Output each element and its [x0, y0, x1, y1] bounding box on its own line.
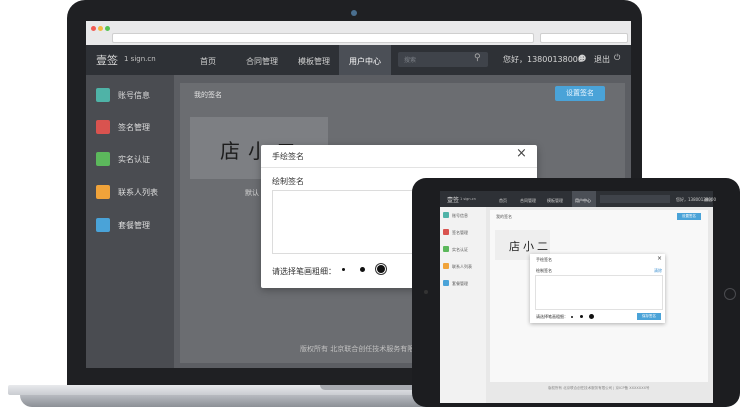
logo[interactable]: 壹签 [96, 52, 118, 68]
address-bar[interactable] [112, 33, 534, 43]
package-icon [96, 218, 110, 232]
close-window-icon[interactable] [91, 26, 96, 31]
tablet-signature-text: 店小二 [509, 240, 551, 253]
brush-medium-option[interactable] [360, 267, 365, 272]
tablet-page-title: 我的签名 [496, 214, 512, 219]
nav-home[interactable]: 首页 [200, 56, 216, 67]
tablet-footer-copyright: 版权所有 北京联合创任技术服务有限公司 | 京ICP备 XXXXXXX号 [548, 386, 650, 390]
brush-thin-option[interactable] [342, 268, 345, 271]
tablet-save-signature-button[interactable]: 保存签名 [637, 313, 661, 320]
search-placeholder: 搜索 [404, 57, 417, 64]
sidebar-item-label: 账号信息 [118, 91, 150, 100]
tablet-sidebar [440, 207, 486, 403]
set-signature-button[interactable]: 设置签名 [555, 86, 605, 101]
signature-icon [443, 229, 449, 235]
sidebar-item-signature[interactable]: 签名管理 [86, 111, 174, 143]
signature-icon [96, 120, 110, 134]
brush-size-label: 请选择笔画粗细： [272, 267, 336, 276]
nav-templates[interactable]: 模板管理 [298, 56, 330, 67]
tablet-draw-signature-label: 绘制签名 [536, 268, 552, 273]
sidebar-item-verification[interactable]: 实名认证 [86, 143, 174, 175]
contacts-icon [96, 185, 110, 199]
tablet-brush-medium-option[interactable] [580, 315, 583, 318]
user-greeting: 您好，13800138000 [503, 55, 583, 64]
tablet-home-button[interactable] [724, 288, 736, 300]
account-icon [96, 88, 110, 102]
close-icon[interactable]: × [516, 146, 527, 161]
sidebar-item-contacts[interactable]: 联系人列表 [86, 176, 174, 208]
tablet-sidebar-item-account[interactable]: 账号信息 [452, 213, 468, 219]
sidebar-item-label: 套餐管理 [118, 221, 150, 230]
page-title: 我的签名 [194, 91, 222, 99]
sidebar-item-label: 联系人列表 [118, 188, 158, 197]
nav-contracts[interactable]: 合同管理 [246, 56, 278, 67]
logout-link[interactable]: 退出 [594, 54, 610, 65]
power-icon[interactable]: ⏻ [614, 53, 620, 63]
tablet-sidebar-item-signature[interactable]: 签名管理 [452, 230, 468, 236]
sidebar-item-account[interactable]: 账号信息 [86, 79, 174, 111]
tablet-signature-pad[interactable] [535, 275, 663, 310]
account-icon [443, 212, 449, 218]
modal-divider [261, 167, 537, 168]
minimize-window-icon[interactable] [98, 26, 103, 31]
tablet-nav-user-center[interactable]: 用户中心 [575, 198, 591, 204]
browser-search-bar[interactable] [540, 33, 628, 43]
tablet-brush-thick-option[interactable] [589, 314, 594, 319]
user-icon[interactable]: ☻ [578, 54, 586, 63]
sidebar-item-label: 实名认证 [118, 155, 150, 164]
modal-title: 手绘签名 [272, 152, 304, 161]
tablet-camera [424, 290, 428, 294]
laptop-camera [351, 10, 357, 16]
draw-signature-label: 绘制签名 [272, 177, 304, 186]
tablet-sidebar-item-contacts[interactable]: 联系人列表 [452, 264, 472, 270]
package-icon [443, 280, 449, 286]
tablet-modal-title: 手绘签名 [536, 257, 552, 262]
tablet-brush-thin-option[interactable] [571, 316, 573, 318]
tablet-set-signature-button[interactable]: 设置签名 [677, 213, 701, 220]
tablet-logo-subtitle: 1 sign.cn [460, 197, 476, 201]
footer-copyright: 版权所有 北京联合创任技术服务有限 [300, 345, 415, 353]
default-label: 默认 [245, 189, 259, 197]
tablet-logo[interactable]: 壹签 [447, 195, 459, 204]
tablet-search-input[interactable] [600, 195, 670, 203]
tablet-sidebar-item-verification[interactable]: 实名认证 [452, 247, 468, 253]
tablet-nav-templates[interactable]: 模板管理 [547, 198, 563, 204]
laptop-notch [320, 385, 420, 390]
search-icon[interactable]: ⚲ [474, 53, 481, 63]
brush-thick-option[interactable] [377, 265, 385, 273]
logo-subtitle: 1 sign.cn [124, 55, 156, 63]
contacts-icon [443, 263, 449, 269]
id-card-icon [96, 152, 110, 166]
tablet-nav-contracts[interactable]: 合同管理 [520, 198, 536, 204]
nav-user-center[interactable]: 用户中心 [349, 56, 381, 67]
sidebar-item-label: 签名管理 [118, 123, 150, 132]
sidebar-item-packages[interactable]: 套餐管理 [86, 209, 174, 241]
id-card-icon [443, 246, 449, 252]
tablet-clear-link[interactable]: 清除 [654, 268, 662, 274]
tablet-sidebar-item-packages[interactable]: 套餐管理 [452, 281, 468, 287]
tablet-logout-link[interactable]: 退出 [704, 197, 712, 203]
tablet-nav-home[interactable]: 首页 [499, 198, 507, 204]
tablet-close-icon[interactable]: × [657, 255, 662, 262]
tablet-brush-size-label: 请选择笔画粗细： [536, 314, 568, 319]
maximize-window-icon[interactable] [105, 26, 110, 31]
